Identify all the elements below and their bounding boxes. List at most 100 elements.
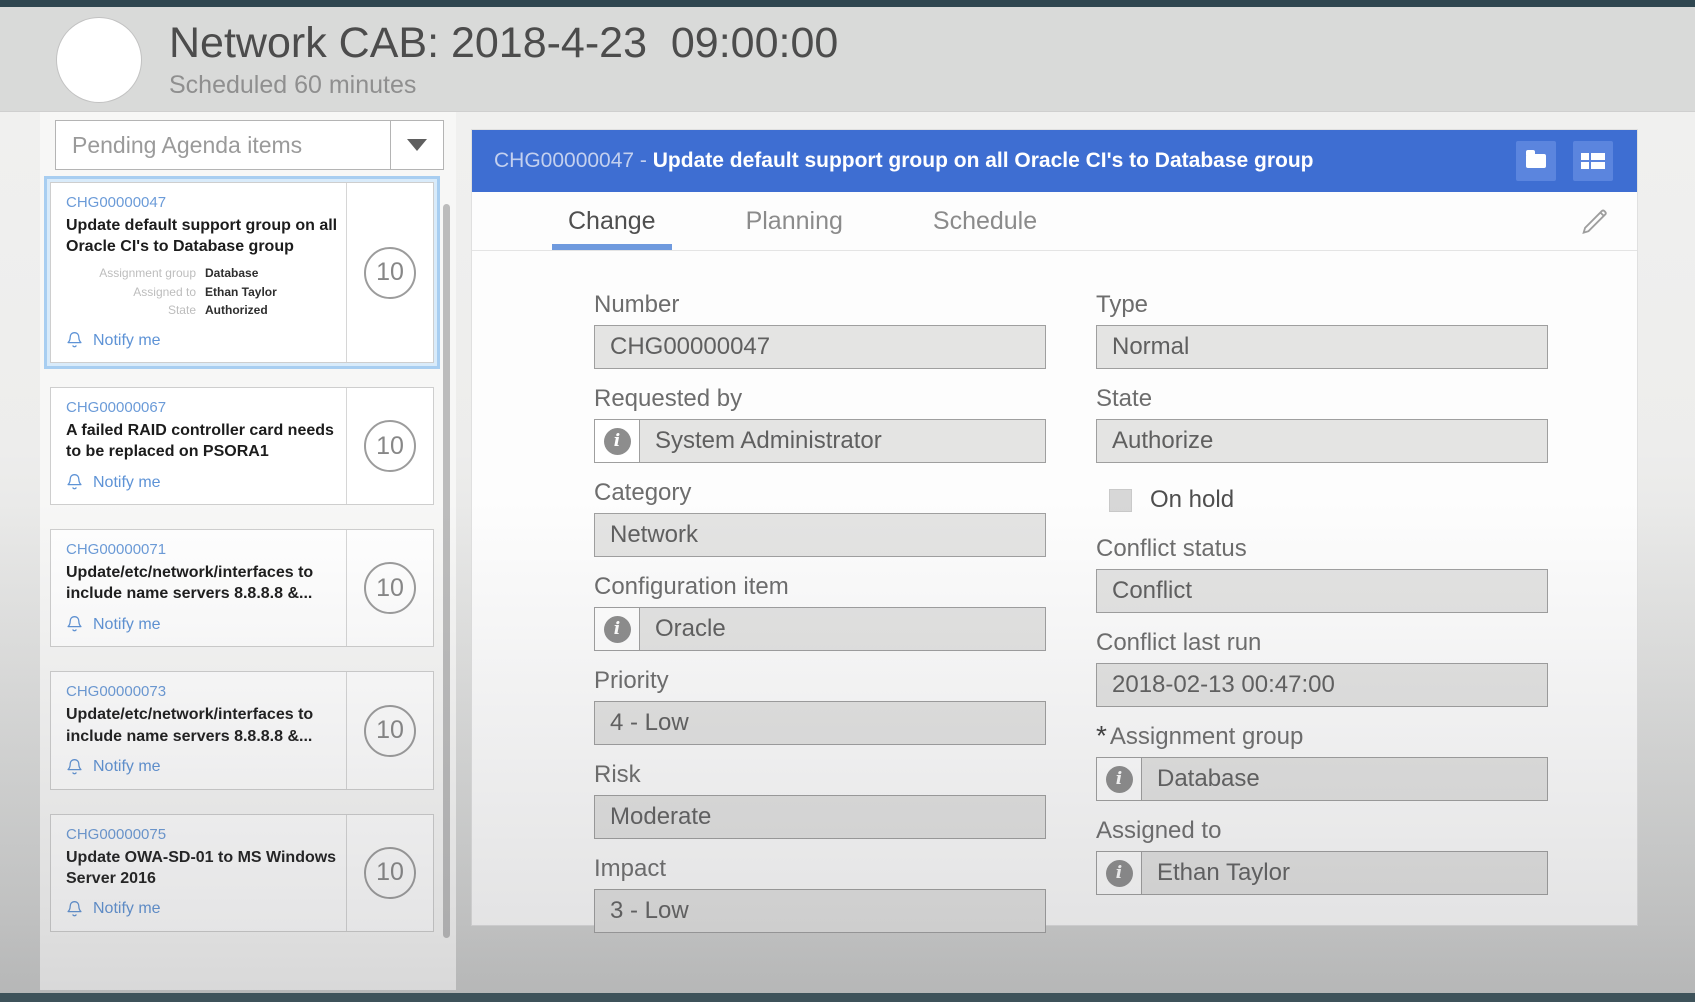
page-title: Network CAB: 2018-4-23 09:00:00	[169, 19, 838, 68]
top-edge-bar	[0, 0, 1695, 7]
form-checkbox-field: On hold	[1109, 479, 1548, 521]
field-row: Conflict	[1096, 569, 1548, 613]
notes-view-button[interactable]	[1516, 141, 1556, 181]
tab-change[interactable]: Change	[558, 192, 666, 250]
field-label: Configuration item	[594, 573, 1046, 601]
duration-badge: 10	[364, 562, 416, 614]
reference-info-icon[interactable]: i	[1096, 757, 1142, 801]
duration-badge: 10	[364, 847, 416, 899]
agenda-item[interactable]: CHG00000047 Update default support group…	[44, 176, 440, 369]
agenda-item-main: CHG00000075 Update OWA-SD-01 to MS Windo…	[51, 815, 346, 931]
field-row: 2018-02-13 00:47:00	[1096, 663, 1548, 707]
agenda-item-id-link[interactable]: CHG00000067	[66, 399, 338, 416]
agenda-sidebar: Pending Agenda items CHG00000047 Update …	[40, 112, 456, 990]
agenda-item-title: Update/etc/network/interfaces to include…	[66, 562, 338, 604]
agenda-item-main: CHG00000073 Update/etc/network/interface…	[51, 672, 346, 788]
field-label: Priority	[594, 667, 1046, 695]
reference-info-icon[interactable]: i	[594, 607, 640, 651]
record-tabs: Change Planning Schedule	[472, 192, 1637, 251]
pencil-icon	[1578, 204, 1612, 238]
agenda-item-card: CHG00000067 A failed RAID controller car…	[50, 387, 434, 505]
record-header-title: CHG00000047 - Update default support gro…	[494, 149, 1314, 173]
field-row: Network	[594, 513, 1046, 557]
field-input: Database	[1141, 757, 1548, 801]
agenda-filter-dropdown[interactable]: Pending Agenda items	[55, 120, 444, 170]
field-row: i Ethan Taylor	[1096, 851, 1548, 895]
on-hold-checkbox[interactable]	[1109, 489, 1132, 512]
field-label: State	[1096, 385, 1548, 413]
required-asterisk: *	[1096, 723, 1107, 748]
bell-icon	[66, 900, 83, 919]
notify-me-button[interactable]: Notify me	[66, 615, 161, 634]
field-label: Impact	[594, 855, 1046, 883]
reference-info-icon[interactable]: i	[1096, 851, 1142, 895]
agenda-item-id-link[interactable]: CHG00000075	[66, 826, 338, 843]
tab-planning[interactable]: Planning	[736, 192, 853, 250]
record-number: CHG00000047 -	[494, 149, 653, 172]
meeting-duration: Scheduled 60 minutes	[169, 71, 838, 100]
dropdown-arrow-button[interactable]	[390, 121, 443, 169]
avatar	[57, 18, 141, 102]
form-field: Configuration item i Oracle	[594, 573, 1046, 651]
agenda-item[interactable]: CHG00000067 A failed RAID controller car…	[44, 381, 440, 511]
agenda-item-side: 10	[346, 530, 433, 646]
meeting-header: Network CAB: 2018-4-23 09:00:00 Schedule…	[0, 7, 1695, 112]
agenda-item-id-link[interactable]: CHG00000071	[66, 541, 338, 558]
sidebar-scrollbar-thumb[interactable]	[443, 204, 450, 938]
reference-info-icon[interactable]: i	[594, 419, 640, 463]
duration-badge: 10	[364, 420, 416, 472]
agenda-list: CHG00000047 Update default support group…	[44, 176, 440, 950]
agenda-item-card: CHG00000075 Update OWA-SD-01 to MS Windo…	[50, 814, 434, 932]
checkbox-label: On hold	[1150, 486, 1234, 514]
meeting-header-text: Network CAB: 2018-4-23 09:00:00 Schedule…	[169, 19, 838, 100]
agenda-item-card: CHG00000047 Update default support group…	[50, 182, 434, 363]
grid-view-button[interactable]	[1573, 141, 1613, 181]
form-field: Conflict status Conflict	[1096, 535, 1548, 613]
agenda-item-title: Update default support group on all Orac…	[66, 215, 338, 257]
form-column-left: Number CHG00000047 Requested by i System…	[594, 291, 1046, 949]
field-input: Network	[594, 513, 1046, 557]
form-field: State Authorize	[1096, 385, 1548, 463]
agenda-detail-value: Ethan Taylor	[205, 283, 277, 302]
notify-me-button[interactable]: Notify me	[66, 900, 161, 919]
agenda-item-card: CHG00000073 Update/etc/network/interface…	[50, 671, 434, 789]
chevron-down-icon	[407, 139, 427, 151]
field-input: 3 - Low	[594, 889, 1046, 933]
field-row: Normal	[1096, 325, 1548, 369]
agenda-item-card: CHG00000071 Update/etc/network/interface…	[50, 529, 434, 647]
field-row: CHG00000047	[594, 325, 1046, 369]
agenda-item[interactable]: CHG00000073 Update/etc/network/interface…	[44, 665, 440, 795]
notify-me-button[interactable]: Notify me	[66, 473, 161, 492]
agenda-item-title: Update OWA-SD-01 to MS Windows Server 20…	[66, 847, 338, 889]
agenda-item-side: 10	[346, 183, 433, 362]
field-input: Moderate	[594, 795, 1046, 839]
field-input: 2018-02-13 00:47:00	[1096, 663, 1548, 707]
agenda-item-title: Update/etc/network/interfaces to include…	[66, 704, 338, 746]
form-field: Impact 3 - Low	[594, 855, 1046, 933]
field-input: Conflict	[1096, 569, 1548, 613]
form-field: *Assignment group i Database	[1096, 723, 1548, 801]
folder-icon	[1526, 154, 1546, 168]
notify-me-button[interactable]: Notify me	[66, 758, 161, 777]
notify-me-label: Notify me	[93, 616, 161, 634]
info-icon: i	[604, 428, 631, 455]
form-field: Risk Moderate	[594, 761, 1046, 839]
agenda-item[interactable]: CHG00000075 Update OWA-SD-01 to MS Windo…	[44, 808, 440, 938]
cab-workbench: Network CAB: 2018-4-23 09:00:00 Schedule…	[0, 0, 1695, 1002]
tab-schedule[interactable]: Schedule	[923, 192, 1047, 250]
notify-me-label: Notify me	[93, 332, 161, 350]
form-column-right: Type Normal State Authorize On hold Conf…	[1096, 291, 1548, 911]
notify-me-button[interactable]: Notify me	[66, 331, 161, 350]
form-field: Type Normal	[1096, 291, 1548, 369]
agenda-item-id-link[interactable]: CHG00000073	[66, 683, 338, 700]
field-input: Authorize	[1096, 419, 1548, 463]
agenda-item-id-link[interactable]: CHG00000047	[66, 194, 338, 211]
agenda-item[interactable]: CHG00000071 Update/etc/network/interface…	[44, 523, 440, 653]
field-input: Ethan Taylor	[1141, 851, 1548, 895]
agenda-detail-label: State	[66, 301, 205, 320]
agenda-detail-row: State Authorized	[66, 301, 338, 320]
edit-button[interactable]	[1577, 204, 1613, 240]
form-field: Requested by i System Administrator	[594, 385, 1046, 463]
agenda-detail-value: Database	[205, 264, 258, 283]
info-icon: i	[604, 616, 631, 643]
